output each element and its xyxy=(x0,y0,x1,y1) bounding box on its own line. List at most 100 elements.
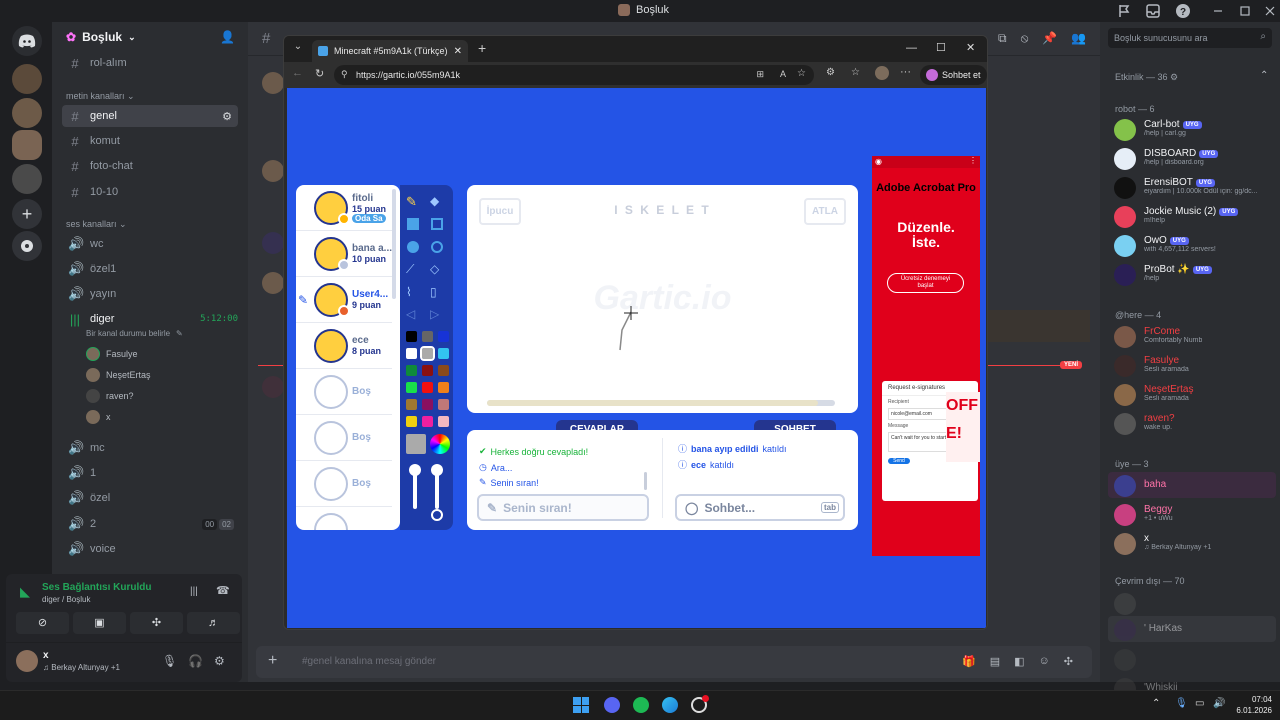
undo-tool-icon[interactable]: ◁ xyxy=(406,307,422,323)
profile-avatar[interactable] xyxy=(875,66,889,80)
player-row[interactable]: bana a... 10 puan xyxy=(296,231,392,277)
read-aloud-icon[interactable]: A xyxy=(780,69,786,79)
clock[interactable]: 07:04 6.01.2026 xyxy=(1226,694,1272,716)
voice-user-raven[interactable]: raven? xyxy=(86,389,134,403)
close-icon[interactable] xyxy=(1262,3,1278,19)
color-swatch[interactable] xyxy=(422,399,433,410)
channel-foto-chat[interactable]: # foto-chat xyxy=(62,155,238,177)
voice-channel-mc[interactable]: 🔊 mc xyxy=(62,437,238,459)
advertisement[interactable]: ◉ ⋮ Adobe Acrobat Pro Düzenle. İste. Ücre… xyxy=(872,156,980,556)
color-swatch[interactable] xyxy=(422,331,433,342)
inbox-icon[interactable] xyxy=(1145,3,1161,19)
add-attachment-icon[interactable]: + xyxy=(268,652,277,670)
member-jockie-music[interactable]: Jockie Music (2) UYG m!help xyxy=(1114,206,1278,228)
site-info-icon[interactable]: ⚲ xyxy=(341,69,348,80)
voice-channel-ozel1[interactable]: 🔊 özel1 xyxy=(62,258,238,280)
close-icon[interactable]: ✕ xyxy=(966,41,975,54)
windows-start-icon[interactable] xyxy=(573,697,589,713)
copilot-button[interactable]: Sohbet et xyxy=(920,65,987,85)
discover-icon[interactable] xyxy=(12,231,42,261)
microphone-tray-icon[interactable]: 🎙 xyxy=(1175,698,1188,709)
apps-icon[interactable]: ✣ xyxy=(1064,655,1073,668)
fill-tool-icon[interactable]: ◆ xyxy=(430,194,446,210)
message-avatar[interactable] xyxy=(262,72,284,94)
color-swatch[interactable] xyxy=(438,399,449,410)
color-swatch[interactable] xyxy=(438,331,449,342)
back-icon[interactable]: ← xyxy=(292,67,303,79)
drawing-canvas[interactable]: İpucu I S K E L E T ATLA Gartic.io xyxy=(467,185,858,413)
message-input-placeholder[interactable]: #genel kanalına mesaj gönder xyxy=(302,656,436,667)
color-swatch-selected[interactable] xyxy=(420,346,435,361)
sticker-icon[interactable]: ◧ xyxy=(1014,655,1024,668)
skip-button[interactable]: ATLA xyxy=(804,198,846,225)
headphones-icon[interactable]: 🎧 xyxy=(188,654,203,668)
player-row[interactable]: fitoli 15 puan Oda Sa xyxy=(296,185,392,231)
soundboard-button[interactable]: ♬ xyxy=(187,612,240,634)
answers-scrollbar[interactable] xyxy=(644,472,647,490)
spotify-taskbar-icon[interactable] xyxy=(633,697,649,713)
minimize-icon[interactable]: — xyxy=(906,42,917,54)
circle-tool-icon[interactable] xyxy=(431,241,443,253)
member-x[interactable]: x ♫ Berkay Altunyay +1 xyxy=(1114,533,1278,555)
voice-channel-yayin[interactable]: 🔊 yayın xyxy=(62,283,238,305)
user-settings-icon[interactable]: ⚙ xyxy=(214,654,225,668)
new-tab-icon[interactable]: + xyxy=(478,40,486,56)
chevron-down-icon[interactable]: ⌃ xyxy=(1260,70,1268,81)
maximize-icon[interactable]: ☐ xyxy=(936,41,946,54)
user-name[interactable]: x xyxy=(43,650,49,661)
color-swatch[interactable] xyxy=(406,382,417,393)
message-input-bar[interactable]: + #genel kanalına mesaj gönder 🎁 ▤ ◧ ☺ ✣ xyxy=(256,646,1092,678)
player-row[interactable]: ece 8 puan xyxy=(296,323,392,369)
activity-header[interactable]: Etkinlik — 36 ⚙ xyxy=(1115,72,1178,83)
voice-channel-1[interactable]: 🔊 1 xyxy=(62,462,238,484)
color-swatch[interactable] xyxy=(406,331,417,342)
member-probot[interactable]: ProBot ✨ UYG/help xyxy=(1114,264,1278,286)
server-avatar-2[interactable] xyxy=(12,98,42,128)
discord-home-icon[interactable] xyxy=(12,26,42,56)
players-scrollbar[interactable] xyxy=(392,189,396,299)
favorites-icon[interactable]: ☆ xyxy=(851,67,860,78)
message-avatar[interactable] xyxy=(262,160,284,182)
chat-input[interactable]: ◯ Sohbet... tab xyxy=(675,494,845,521)
add-server-icon[interactable]: + xyxy=(12,199,42,229)
channel-komut[interactable]: # komut xyxy=(62,130,238,152)
page-tool-icon[interactable]: ▯ xyxy=(430,285,446,301)
voice-user-fasulye[interactable]: Fasulye xyxy=(86,347,138,361)
rect-tool-icon[interactable] xyxy=(431,218,443,230)
ad-cta-button[interactable]: Ücretsiz denemeyi başlat xyxy=(887,273,964,293)
add-member-icon[interactable]: 👤 xyxy=(220,30,235,44)
channel-genel[interactable]: # genel ⚙ xyxy=(62,105,238,127)
color-swatch[interactable] xyxy=(422,416,433,427)
channel-settings-icon[interactable]: ⚙ xyxy=(222,110,232,123)
camera-button[interactable]: ⊘ xyxy=(16,612,69,634)
eyedropper-tool-icon[interactable]: ⌇ xyxy=(406,285,422,301)
address-bar[interactable]: ⚲ https://gartic.io/055m9A1k ⊞ A ☆ xyxy=(334,65,814,85)
slider-handle[interactable] xyxy=(431,509,443,521)
color-swatch[interactable] xyxy=(422,365,433,376)
minimize-icon[interactable] xyxy=(1210,3,1226,19)
server-avatar-4[interactable] xyxy=(12,164,42,194)
activities-button[interactable]: ✣ xyxy=(130,612,183,634)
color-swatch[interactable] xyxy=(438,382,449,393)
color-swatch[interactable] xyxy=(422,382,433,393)
member-fasulye[interactable]: Fasulye Sesli aramada xyxy=(1114,355,1278,377)
server-avatar-1[interactable] xyxy=(12,64,42,94)
network-icon[interactable]: ▭ xyxy=(1195,698,1204,709)
favorite-star-icon[interactable]: ☆ xyxy=(797,68,806,79)
member-nesetertas[interactable]: NeşetErtaş Sesli aramada xyxy=(1114,384,1278,406)
color-swatch[interactable] xyxy=(406,399,417,410)
eraser-tool-icon[interactable]: ◇ xyxy=(430,262,446,278)
server-avatar-bosluk[interactable] xyxy=(12,130,42,160)
inbox-flag-icon[interactable] xyxy=(1116,3,1132,19)
members-icon[interactable]: 👥 xyxy=(1071,31,1086,46)
voice-connected-label[interactable]: Ses Bağlantısı Kuruldu xyxy=(42,582,151,593)
color-swatch[interactable] xyxy=(438,416,449,427)
noise-suppression-icon[interactable]: ||| xyxy=(190,586,198,597)
member-offline[interactable] xyxy=(1114,593,1278,615)
color-swatch[interactable] xyxy=(438,348,449,359)
member-beggy[interactable]: Beggy +1 • uWu xyxy=(1114,504,1278,526)
tray-chevron-icon[interactable]: ⌃ xyxy=(1152,698,1160,709)
microphone-icon[interactable]: 🎙 xyxy=(162,654,177,668)
text-category-label[interactable]: metin kanalları ⌄ xyxy=(66,91,135,102)
voice-channel-ozel[interactable]: 🔊 özel xyxy=(62,487,238,509)
